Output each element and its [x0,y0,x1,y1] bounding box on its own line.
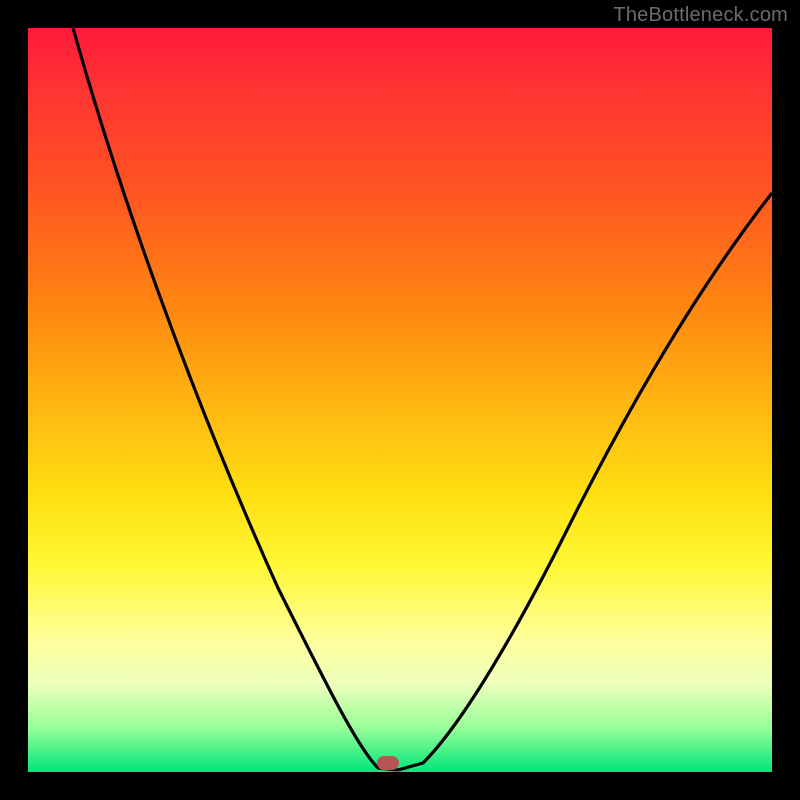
optimal-point-marker [377,756,399,770]
chart-frame: TheBottleneck.com [0,0,800,800]
plot-area [28,28,772,772]
watermark-text: TheBottleneck.com [613,4,788,27]
curve-right-branch [398,193,772,770]
bottleneck-curve [28,28,772,772]
curve-left-branch [73,28,398,770]
